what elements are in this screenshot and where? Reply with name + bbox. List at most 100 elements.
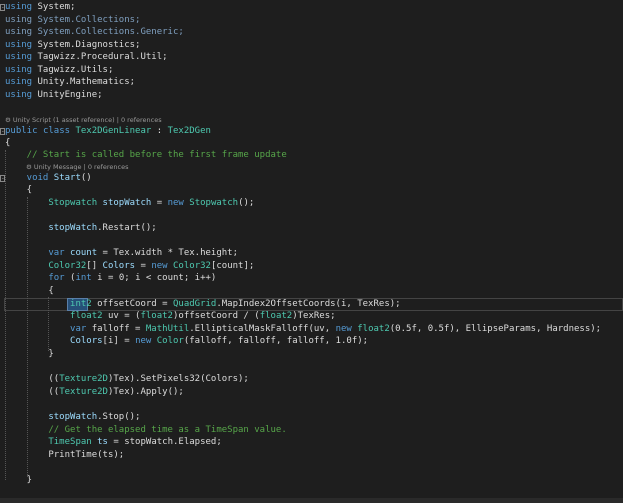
code-token: public xyxy=(5,126,43,136)
code-token: for xyxy=(5,273,71,283)
code-token: Colors xyxy=(5,336,103,346)
code-token: System.Collections.Generic; xyxy=(37,27,184,37)
code-token: stopWatch xyxy=(5,412,98,422)
code-line[interactable]: using System; xyxy=(5,1,75,14)
code-token: { xyxy=(5,138,11,148)
code-token: Start xyxy=(53,173,81,183)
horizontal-scrollbar[interactable] xyxy=(0,498,623,503)
code-token: float2 xyxy=(259,311,293,321)
code-token: using xyxy=(5,14,38,25)
code-line[interactable]: PrintTime(ts); xyxy=(5,449,124,462)
code-token: )TexRes; xyxy=(292,311,336,321)
code-line[interactable]: using Tagwizz.Procedural.Util; xyxy=(5,51,168,64)
code-token: using xyxy=(5,89,38,100)
codelens-class[interactable]: ⚙ Unity Script (1 asset reference) | 0 r… xyxy=(5,115,162,125)
code-token: Tagwizz.Procedural.Util; xyxy=(37,52,168,62)
code-token: using xyxy=(5,77,38,87)
code-line[interactable]: stopWatch.Restart(); xyxy=(5,222,156,235)
code-line[interactable]: ((Texture2D)Tex).Apply(); xyxy=(5,386,183,399)
code-token: using xyxy=(5,2,38,12)
code-token: float2 xyxy=(140,311,173,321)
code-token: Unity.Mathematics; xyxy=(37,77,136,87)
code-token: float2 xyxy=(5,311,108,321)
code-token: PrintTime(ts); xyxy=(5,450,125,460)
code-token: Stopwatch xyxy=(5,198,103,208)
code-token: int xyxy=(75,273,98,283)
code-token: void xyxy=(5,173,54,183)
code-token: = Tex.width * Tex.height; xyxy=(97,248,239,258)
code-line[interactable]: ((Texture2D)Tex).SetPixels32(Colors); xyxy=(5,373,249,386)
code-token: i = 0; i < count; i++) xyxy=(97,273,217,283)
code-token: ts xyxy=(97,437,108,447)
code-token: Tagwizz.Utils; xyxy=(37,64,114,75)
code-token: = xyxy=(135,261,152,271)
code-token: )Tex).SetPixels32(Colors); xyxy=(107,374,249,384)
code-line[interactable]: var count = Tex.width * Tex.height; xyxy=(5,247,238,260)
code-token: } xyxy=(5,349,54,359)
code-token: MathUtil xyxy=(145,324,190,334)
code-token: // Get the elapsed time as a TimeSpan va… xyxy=(5,425,287,435)
code-line[interactable]: using Unity.Mathematics; xyxy=(5,76,135,89)
code-token: float2 xyxy=(357,324,390,334)
code-token: [] xyxy=(86,261,103,271)
code-token: System; xyxy=(37,2,76,12)
code-line[interactable]: { xyxy=(5,285,54,298)
code-token: [count]; xyxy=(210,261,255,271)
code-line[interactable]: using System.Collections; xyxy=(5,14,140,27)
code-token: Stopwatch xyxy=(189,198,239,208)
code-line[interactable]: } xyxy=(5,348,54,361)
code-line[interactable]: } xyxy=(5,474,32,487)
code-line[interactable]: using System.Collections.Generic; xyxy=(5,26,184,39)
code-token: (( xyxy=(5,387,60,397)
code-line[interactable]: Stopwatch stopWatch = new Stopwatch(); xyxy=(5,197,254,210)
code-token: new xyxy=(151,261,174,271)
code-token: () xyxy=(80,173,92,183)
codelens-method[interactable]: ⚙ Unity Message | 0 references xyxy=(26,162,128,172)
code-token: { xyxy=(5,185,33,195)
code-token: using xyxy=(5,27,38,37)
code-token: using xyxy=(5,52,38,62)
code-token: TimeSpan xyxy=(5,437,98,447)
code-token: (falloff, falloff, falloff, 1.0f); xyxy=(183,336,369,346)
code-token: { xyxy=(5,286,54,296)
code-line[interactable]: // Start is called before the first fram… xyxy=(5,149,287,162)
code-token: // Start is called before the first fram… xyxy=(5,150,287,160)
code-token: new xyxy=(167,198,190,208)
code-line[interactable]: Colors[i] = new Color(falloff, falloff, … xyxy=(5,335,368,348)
code-line[interactable]: float2 uv = (float2)offsetCoord / (float… xyxy=(5,310,336,323)
code-token: var xyxy=(5,248,71,258)
code-line[interactable]: using System.Diagnostics; xyxy=(5,39,140,52)
code-token: class xyxy=(42,126,76,136)
code-token: .MapIndex2OffsetCoords(i, TexRes); xyxy=(216,299,401,309)
code-token: QuadGrid xyxy=(172,299,217,309)
code-token: stopWatch xyxy=(5,223,98,233)
code-token: Tex2DGenLinear xyxy=(75,126,152,136)
code-line[interactable]: for (int i = 0; i < count; i++) xyxy=(5,272,216,285)
code-line[interactable]: using UnityEngine; xyxy=(5,89,103,102)
code-token: UnityEngine; xyxy=(37,89,103,100)
code-token: new xyxy=(335,324,358,334)
code-token: using xyxy=(5,39,38,50)
code-token: Color xyxy=(156,336,184,346)
code-token: Texture2D xyxy=(59,387,108,397)
code-token: var xyxy=(5,324,92,334)
code-token: System.Diagnostics; xyxy=(37,39,141,50)
code-line[interactable]: public class Tex2DGenLinear : Tex2DGen xyxy=(5,125,211,138)
code-token: .Stop(); xyxy=(97,412,141,422)
code-line[interactable]: { xyxy=(5,184,32,197)
code-token: falloff = xyxy=(91,324,146,334)
code-token: offsetCoord = xyxy=(91,299,173,309)
code-token: : xyxy=(151,126,168,136)
code-token: Texture2D xyxy=(59,374,108,384)
code-token: int2 xyxy=(5,299,92,309)
code-token: [i] = xyxy=(102,336,136,346)
code-line[interactable]: stopWatch.Stop(); xyxy=(5,411,140,424)
code-token: Color32 xyxy=(173,261,211,271)
code-editor[interactable]: ⚙ Unity Script (1 asset reference) | 0 r… xyxy=(0,0,623,503)
code-line[interactable]: TimeSpan ts = stopWatch.Elapsed; xyxy=(5,436,221,449)
code-token: Color32 xyxy=(5,261,87,271)
code-token: stopWatch xyxy=(102,198,152,208)
code-token: (( xyxy=(5,374,60,384)
code-token: = xyxy=(151,198,168,208)
code-line[interactable]: using Tagwizz.Utils; xyxy=(5,64,113,77)
